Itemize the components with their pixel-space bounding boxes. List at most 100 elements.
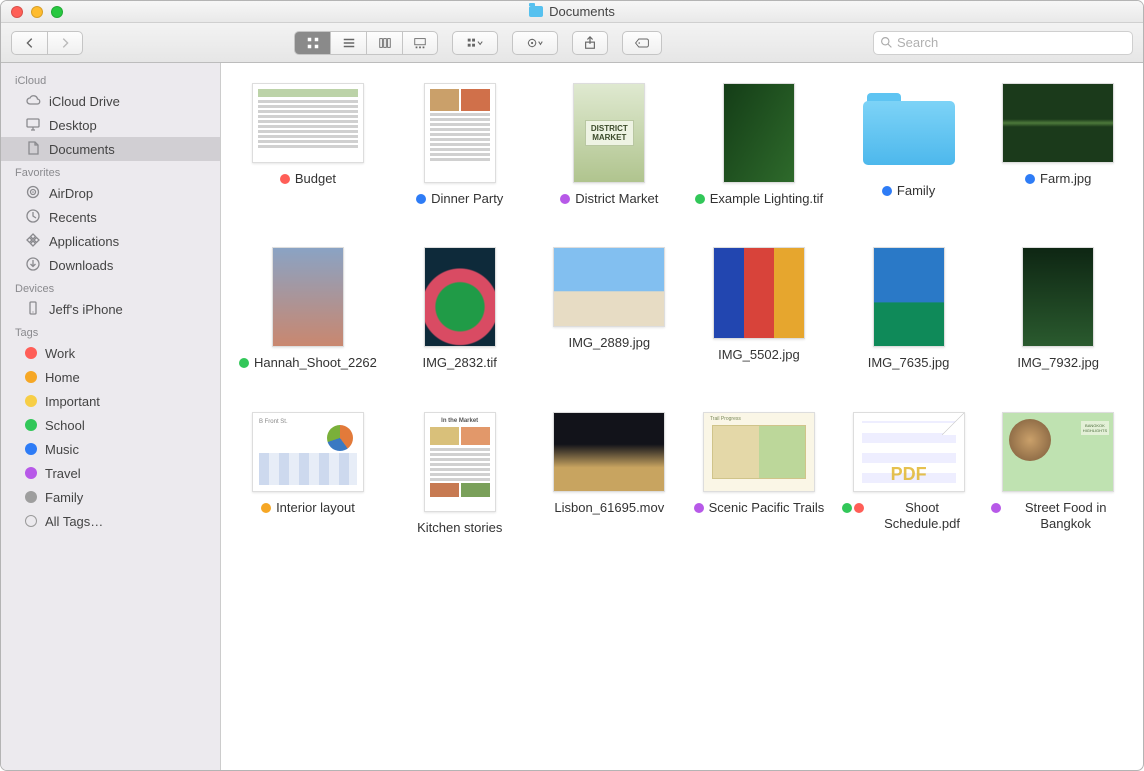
file-thumbnail xyxy=(424,247,496,347)
finder-window: Documents xyxy=(0,0,1144,771)
sidebar-item-desktop[interactable]: Desktop xyxy=(1,113,220,137)
sidebar-item-label: All Tags… xyxy=(45,514,103,529)
file-name-label: IMG_2832.tif xyxy=(422,355,496,371)
all-tags-icon xyxy=(25,515,37,527)
file-item[interactable]: Hannah_Shoot_2262 xyxy=(239,247,377,371)
sidebar-item-recents[interactable]: Recents xyxy=(1,205,220,229)
file-item[interactable]: B Front St.Interior layout xyxy=(239,412,377,536)
file-item[interactable]: Lisbon_61695.mov xyxy=(543,412,677,536)
file-item[interactable]: Dinner Party xyxy=(393,83,527,207)
tag-color-yellow-icon xyxy=(25,395,37,407)
search-field[interactable] xyxy=(873,31,1133,55)
window-title: Documents xyxy=(1,4,1143,19)
file-item[interactable]: Example Lighting.tif xyxy=(692,83,826,207)
sidebar-item-label: Family xyxy=(45,490,83,505)
file-item[interactable]: DISTRICTMARKETDistrict Market xyxy=(543,83,677,207)
file-thumbnail xyxy=(252,83,364,163)
back-button[interactable] xyxy=(11,31,47,55)
file-item[interactable]: IMG_2889.jpg xyxy=(543,247,677,371)
file-name: District Market xyxy=(560,191,658,207)
sidebar-item-icloud-drive[interactable]: iCloud Drive xyxy=(1,89,220,113)
gallery-view-button[interactable] xyxy=(402,31,438,55)
share-button[interactable] xyxy=(572,31,608,55)
cloud-icon xyxy=(25,92,41,111)
sidebar-item-label: AirDrop xyxy=(49,186,93,201)
action-menu-button[interactable] xyxy=(512,31,558,55)
tag-dot-green-icon xyxy=(239,358,249,368)
list-view-button[interactable] xyxy=(330,31,366,55)
column-view-button[interactable] xyxy=(366,31,402,55)
file-name-label: Street Food in Bangkok xyxy=(1006,500,1125,533)
file-name-label: Budget xyxy=(295,171,336,187)
file-thumbnail xyxy=(553,247,665,327)
sidebar-item-family[interactable]: Family xyxy=(1,485,220,509)
forward-button[interactable] xyxy=(47,31,83,55)
tag-dot-blue-icon xyxy=(882,186,892,196)
file-name-label: Family xyxy=(897,183,935,199)
tag-dot-purple-icon xyxy=(560,194,570,204)
sidebar-item-downloads[interactable]: Downloads xyxy=(1,253,220,277)
file-name: Interior layout xyxy=(261,500,355,516)
content-area[interactable]: Budget Dinner Party DISTRICTMARKETDistrict… xyxy=(221,63,1143,770)
group-by-button[interactable] xyxy=(452,31,498,55)
file-thumbnail xyxy=(1002,83,1114,163)
sidebar-item-label: School xyxy=(45,418,85,433)
tag-dot-purple-icon xyxy=(991,503,1001,513)
tags-button[interactable] xyxy=(622,31,662,55)
sidebar-item-airdrop[interactable]: AirDrop xyxy=(1,181,220,205)
file-item[interactable]: IMG_2832.tif xyxy=(393,247,527,371)
file-thumbnail xyxy=(272,247,344,347)
file-name: Kitchen stories xyxy=(417,520,502,536)
file-item[interactable]: BANGKOKHIGHLIGHTSStreet Food in Bangkok xyxy=(991,412,1125,536)
file-item[interactable]: Farm.jpg xyxy=(991,83,1125,207)
sidebar-item-travel[interactable]: Travel xyxy=(1,461,220,485)
file-name-label: Hannah_Shoot_2262 xyxy=(254,355,377,371)
sidebar-item-applications[interactable]: Applications xyxy=(1,229,220,253)
file-name-label: IMG_7932.jpg xyxy=(1017,355,1099,371)
file-name-label: Scenic Pacific Trails xyxy=(709,500,825,516)
tag-dot-green-icon xyxy=(695,194,705,204)
sidebar-item-label: Recents xyxy=(49,210,97,225)
sidebar-item-label: Jeff's iPhone xyxy=(49,302,123,317)
file-name: IMG_2832.tif xyxy=(422,355,496,371)
toolbar xyxy=(1,23,1143,63)
sidebar-item-important[interactable]: Important xyxy=(1,389,220,413)
file-name-label: Kitchen stories xyxy=(417,520,502,536)
file-name: Shoot Schedule.pdf xyxy=(842,500,976,533)
file-name: IMG_7635.jpg xyxy=(868,355,950,371)
file-thumbnail: Trail Progress xyxy=(703,412,815,492)
file-name-label: Dinner Party xyxy=(431,191,503,207)
file-item[interactable]: Budget xyxy=(239,83,377,207)
file-name-label: District Market xyxy=(575,191,658,207)
file-name: IMG_5502.jpg xyxy=(718,347,800,363)
sidebar-item-school[interactable]: School xyxy=(1,413,220,437)
file-item[interactable]: In the Market Kitchen stories xyxy=(393,412,527,536)
search-input[interactable] xyxy=(897,35,1126,50)
sidebar-section-header: Tags xyxy=(1,321,220,341)
file-name-label: IMG_5502.jpg xyxy=(718,347,800,363)
file-item[interactable]: Trail Progress Scenic Pacific Trails xyxy=(692,412,826,536)
sidebar-item-label: Important xyxy=(45,394,100,409)
tag-dot-red-icon xyxy=(854,503,864,513)
file-name: Street Food in Bangkok xyxy=(991,500,1125,533)
desktop-icon xyxy=(25,116,41,135)
file-name: Family xyxy=(882,183,935,199)
file-item[interactable]: IMG_7635.jpg xyxy=(842,247,976,371)
doc-icon xyxy=(25,140,41,159)
sidebar-item-work[interactable]: Work xyxy=(1,341,220,365)
file-item[interactable]: IMG_5502.jpg xyxy=(692,247,826,371)
icon-view-button[interactable] xyxy=(294,31,330,55)
file-thumbnail: In the Market xyxy=(424,412,496,512)
file-item[interactable]: Family xyxy=(842,83,976,207)
sidebar-item-documents[interactable]: Documents xyxy=(1,137,220,161)
sidebar-item-all-tags-[interactable]: All Tags… xyxy=(1,509,220,533)
tag-color-purple-icon xyxy=(25,467,37,479)
sidebar-item-home[interactable]: Home xyxy=(1,365,220,389)
file-name-label: Example Lighting.tif xyxy=(710,191,823,207)
window-body: iCloudiCloud DriveDesktopDocumentsFavori… xyxy=(1,63,1143,770)
sidebar-item-jeff-s-iphone[interactable]: Jeff's iPhone xyxy=(1,297,220,321)
sidebar-item-music[interactable]: Music xyxy=(1,437,220,461)
file-item[interactable]: PDFShoot Schedule.pdf xyxy=(842,412,976,536)
file-item[interactable]: IMG_7932.jpg xyxy=(991,247,1125,371)
file-name-label: Farm.jpg xyxy=(1040,171,1091,187)
